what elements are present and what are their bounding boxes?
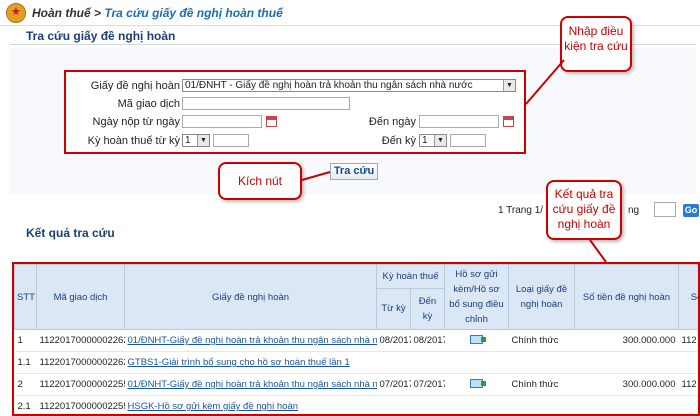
to-date-input[interactable] [419, 115, 499, 128]
page-title: Tra cứu giấy đề nghị hoàn [26, 29, 176, 43]
national-emblem-icon [6, 3, 26, 23]
results-table: STT Mã giao dịch Giấy đề nghị hoàn Kỳ ho… [14, 264, 698, 414]
header-request: Giấy đề nghị hoàn [124, 264, 377, 330]
go-button[interactable]: Go [683, 204, 699, 217]
breadcrumb-separator: > [94, 6, 102, 20]
cell-period-from: 07/2017 [376, 373, 411, 396]
chevron-down-icon[interactable]: ▼ [503, 80, 515, 91]
from-date-input[interactable] [182, 115, 262, 128]
request-link[interactable]: HSGK-Hồ sơ gửi kèm giấy đề nghị hoàn [124, 395, 377, 414]
header-extra: Số [678, 264, 698, 330]
cell-attachments [444, 329, 509, 352]
attachment-icon[interactable] [470, 378, 486, 388]
calendar-icon[interactable] [266, 116, 277, 127]
cell-tx-code: 11220170000002255 [36, 373, 125, 396]
cell-extra [678, 351, 698, 374]
header-period: Kỳ hoàn thuế [376, 264, 445, 289]
period-from-year-input[interactable] [213, 134, 249, 147]
callout-results: Kết quả tra cứu giấy đề nghị hoàn [546, 180, 622, 240]
attachment-icon[interactable] [470, 334, 486, 344]
callout-click-button: Kích nút [218, 162, 302, 200]
cell-tx-code: 11220170000002262 [36, 351, 125, 374]
cell-stt: 2 [14, 373, 37, 396]
breadcrumb-root[interactable]: Hoàn thuế [32, 6, 91, 20]
request-type-value: 01/ĐNHT - Giấy đề nghị hoàn trả khoản th… [185, 80, 473, 91]
chevron-down-icon[interactable]: ▼ [197, 135, 209, 146]
header-period-to: Đến kỳ [410, 287, 445, 331]
cell-stt: 1 [14, 329, 37, 352]
cell-period-from [376, 395, 411, 414]
cell-type [508, 395, 575, 414]
header-attachments: Hồ sơ gửi kèm/Hồ sơ bổ sung điều chỉnh [444, 264, 509, 330]
cell-amount: 300.000.000 [574, 329, 679, 352]
cell-amount: 300.000.000 [574, 373, 679, 396]
table-row: 1 11220170000002262 01/ĐNHT-Giấy đề nghị… [14, 329, 698, 352]
cell-amount [574, 395, 679, 414]
results-table-highlight: STT Mã giao dịch Giấy đề nghị hoàn Kỳ ho… [12, 262, 700, 416]
cell-tx-code: 11220170000002255 [36, 395, 125, 414]
cell-attachments [444, 351, 509, 374]
cell-period-to [410, 395, 445, 414]
header-period-from: Từ kỳ [376, 287, 411, 331]
cell-stt: 1.1 [14, 351, 37, 374]
period-from-label: Kỳ hoàn thuế từ kỳ [87, 135, 180, 147]
search-button[interactable]: Tra cứu [330, 163, 378, 180]
cell-extra [678, 395, 698, 414]
cell-type [508, 351, 575, 374]
breadcrumb-current: Tra cứu giấy đề nghị hoàn thuế [104, 6, 283, 20]
cell-amount [574, 351, 679, 374]
from-date-label: Ngày nộp từ ngày [92, 116, 180, 128]
period-from-value: 1 [185, 135, 191, 146]
page-number-input[interactable] [654, 202, 676, 217]
table-row: 2.1 11220170000002255 HSGK-Hồ sơ gửi kèm… [14, 395, 698, 414]
period-from-select[interactable]: 1 ▼ [182, 134, 210, 147]
request-label: Giấy đề nghị hoàn [90, 80, 180, 92]
cell-period-to: 07/2017 [410, 373, 445, 396]
header-amount: Số tiền đề nghị hoàn [574, 264, 679, 330]
cell-attachments [444, 373, 509, 396]
cell-type: Chính thức [508, 329, 575, 352]
pager-info: 1 Trang 1/ [498, 205, 544, 216]
table-row: 1.1 11220170000002262 GTBS1-Giải trình b… [14, 351, 698, 374]
period-to-label: Đến kỳ [381, 135, 416, 147]
breadcrumb: Hoàn thuế > Tra cứu giấy đề nghị hoàn th… [32, 6, 283, 20]
cell-extra: 112 [678, 373, 698, 396]
cell-period-from [376, 351, 411, 374]
cell-period-from: 08/2017 [376, 329, 411, 352]
chevron-down-icon[interactable]: ▼ [434, 135, 446, 146]
header-type: Loại giấy đề nghị hoàn [508, 264, 575, 330]
cell-period-to: 08/2017 [410, 329, 445, 352]
header-tx-code: Mã giao dịch [36, 264, 125, 330]
cell-type: Chính thức [508, 373, 575, 396]
cell-stt: 2.1 [14, 395, 37, 414]
pager-suffix: ng [628, 205, 640, 216]
results-title: Kết quả tra cứu [26, 226, 115, 240]
request-type-select[interactable]: 01/ĐNHT - Giấy đề nghị hoàn trả khoản th… [182, 79, 516, 92]
to-date-label: Đến ngày [368, 116, 416, 128]
period-to-value: 1 [422, 135, 428, 146]
request-link[interactable]: 01/ĐNHT-Giấy đề nghị hoàn trả khoản thu … [124, 329, 377, 352]
cell-tx-code: 11220170000002262 [36, 329, 125, 352]
calendar-icon[interactable] [503, 116, 514, 127]
request-link[interactable]: GTBS1-Giải trình bổ sung cho hồ sơ hoàn … [124, 351, 377, 374]
cell-period-to [410, 351, 445, 374]
cell-extra: 112 [678, 329, 698, 352]
tx-code-label: Mã giao dịch [117, 98, 180, 110]
header-stt: STT [14, 264, 37, 330]
period-to-select[interactable]: 1 ▼ [419, 134, 447, 147]
table-row: 2 11220170000002255 01/ĐNHT-Giấy đề nghị… [14, 373, 698, 396]
request-link[interactable]: 01/ĐNHT-Giấy đề nghị hoàn trả khoản thu … [124, 373, 377, 396]
tx-code-input[interactable] [182, 97, 350, 110]
period-to-year-input[interactable] [450, 134, 486, 147]
connector-results [589, 239, 607, 263]
callout-enter-conditions: Nhập điều kiện tra cứu [560, 16, 632, 72]
cell-attachments [444, 395, 509, 414]
